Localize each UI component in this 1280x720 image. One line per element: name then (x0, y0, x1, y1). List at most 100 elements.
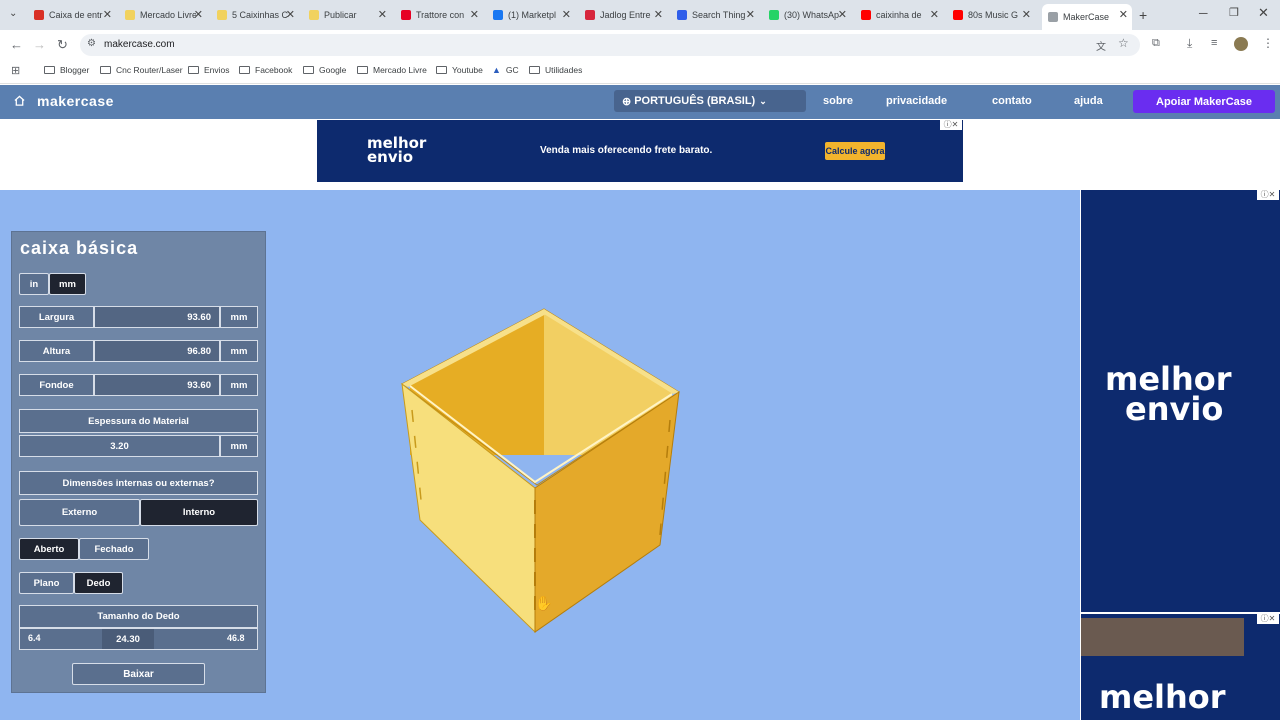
browser-tab[interactable]: 80s Music G ✕ (947, 4, 1035, 26)
bookmark-label: Google (319, 65, 347, 75)
download-icon[interactable]: ⤓ (1187, 36, 1192, 51)
bookmark-label: Facebook (255, 65, 293, 75)
browser-tab[interactable]: Search Thing ✕ (671, 4, 759, 26)
browser-tab[interactable]: Publicar ✕ (303, 4, 391, 26)
apps-grid-icon[interactable]: ⊞ (11, 64, 20, 77)
tab-close-icon[interactable]: ✕ (103, 8, 112, 21)
tab-close-icon[interactable]: ✕ (1119, 8, 1128, 21)
box-3d-model[interactable]: ✋ (380, 300, 700, 640)
bookmark-label: Envios (204, 65, 230, 75)
bookmark-item[interactable]: Blogger (44, 65, 89, 75)
browser-tab[interactable]: 5 Caixinhas C ✕ (211, 4, 299, 26)
height-input[interactable]: 96.80 (94, 340, 220, 362)
thickness-input[interactable]: 3.20 (19, 435, 220, 457)
menu-dots-icon[interactable]: ⋮ (1262, 36, 1274, 50)
menu-ajuda[interactable]: ajuda (1074, 95, 1103, 107)
browser-tab[interactable]: (30) WhatsAp ✕ (763, 4, 851, 26)
translate-icon[interactable]: 文 (1096, 38, 1106, 53)
tab-favicon-icon (125, 10, 135, 20)
menu-sobre[interactable]: sobre (823, 95, 853, 107)
profile-avatar[interactable] (1234, 37, 1248, 51)
url-text[interactable]: makercase.com (104, 39, 175, 50)
close-window-icon[interactable]: ✕ (1258, 5, 1269, 21)
tab-close-icon[interactable]: ✕ (378, 8, 387, 21)
bookmark-star-icon[interactable]: ☆ (1118, 36, 1129, 50)
browser-tab[interactable]: Jadlog Entre ✕ (579, 4, 667, 26)
browser-tab[interactable]: Trattore con ✕ (395, 4, 483, 26)
right-ad-banner[interactable]: melhor envio ⓘ✕ (1081, 190, 1280, 612)
bookmark-label: GC (505, 65, 519, 75)
bookmark-item[interactable]: Cnc Router/Laser (100, 65, 183, 75)
edge-flat-button[interactable]: Plano (19, 572, 74, 594)
tab-label: caixinha de (876, 10, 922, 20)
unit-mm-button[interactable]: mm (49, 273, 86, 295)
open-button[interactable]: Aberto (19, 538, 79, 560)
ad-logo: melhor envio (367, 135, 426, 165)
language-select[interactable]: ⊕ PORTUGUÊS (BRASIL) ⌄ (614, 90, 806, 112)
dims-label: Dimensões internas ou externas? (19, 471, 258, 495)
restore-icon[interactable]: ❐ (1229, 6, 1239, 19)
back-icon[interactable]: ← (10, 37, 23, 52)
tab-label: Search Thing (692, 10, 746, 20)
tab-close-icon[interactable]: ✕ (838, 8, 847, 21)
browser-tab[interactable]: (1) Marketpl ✕ (487, 4, 575, 26)
finger-size-thumb[interactable]: 24.30 (102, 629, 154, 649)
dims-external-button[interactable]: Externo (19, 499, 140, 526)
forward-icon[interactable]: → (33, 37, 46, 52)
browser-tab[interactable]: Caixa de entr ✕ (28, 4, 116, 26)
edge-finger-button[interactable]: Dedo (74, 572, 123, 594)
top-ad-banner[interactable]: melhor envio Venda mais oferecendo frete… (317, 120, 963, 182)
menu-privacidade[interactable]: privacidade (886, 95, 947, 107)
language-label: PORTUGUÊS (BRASIL) (634, 95, 756, 107)
right-ad-banner-2[interactable]: melhor ⓘ✕ (1081, 614, 1280, 720)
width-input[interactable]: 93.60 (94, 306, 220, 328)
menu-contato[interactable]: contato (992, 95, 1032, 107)
dims-internal-button[interactable]: Interno (140, 499, 258, 526)
folder-icon (100, 66, 111, 74)
tab-favicon-icon (861, 10, 871, 20)
reload-icon[interactable]: ↻ (57, 37, 68, 53)
bookmark-item[interactable]: Utilidades (529, 65, 582, 75)
browser-tab[interactable]: caixinha de ✕ (855, 4, 943, 26)
browser-tab[interactable]: Mercado Livre ✕ (119, 4, 207, 26)
folder-icon (529, 66, 540, 74)
bookmark-item[interactable]: Youtube (436, 65, 483, 75)
tab-label: 80s Music G (968, 10, 1019, 20)
media-icon[interactable]: ≡ (1211, 37, 1217, 49)
ad-close-icon[interactable]: ⓘ✕ (940, 120, 962, 130)
right-ad2-close-icon[interactable]: ⓘ✕ (1257, 614, 1279, 624)
bookmark-item[interactable]: ▲ GC (492, 65, 519, 75)
ad-cta-button[interactable]: Calcule agora (825, 142, 885, 160)
home-icon[interactable] (14, 95, 25, 106)
folder-icon (44, 66, 55, 74)
tab-close-icon[interactable]: ✕ (562, 8, 571, 21)
browser-tab[interactable]: MakerCase ✕ (1042, 4, 1132, 30)
depth-input[interactable]: 93.60 (94, 374, 220, 396)
bookmark-item[interactable]: Mercado Livre (357, 65, 427, 75)
tab-label: MakerCase (1063, 12, 1110, 22)
download-button[interactable]: Baixar (72, 663, 205, 685)
tab-close-icon[interactable]: ✕ (1022, 8, 1031, 21)
bookmark-item[interactable]: Facebook (239, 65, 292, 75)
site-info-icon[interactable]: ⚙ (87, 38, 96, 49)
site-brand[interactable]: makercase (37, 93, 114, 109)
tab-close-icon[interactable]: ✕ (286, 8, 295, 21)
bookmark-item[interactable]: Google (303, 65, 346, 75)
support-button[interactable]: Apoiar MakerCase (1133, 90, 1275, 113)
tab-close-icon[interactable]: ✕ (746, 8, 755, 21)
extensions-icon[interactable]: ⧉ (1152, 37, 1160, 50)
new-tab-icon[interactable]: + (1139, 7, 1147, 23)
bookmark-item[interactable]: Envios (188, 65, 230, 75)
tab-close-icon[interactable]: ✕ (194, 8, 203, 21)
omnibox[interactable] (80, 34, 1140, 56)
tab-close-icon[interactable]: ✕ (470, 8, 479, 21)
minimize-icon[interactable]: ─ (1199, 6, 1208, 20)
tab-close-icon[interactable]: ✕ (654, 8, 663, 21)
hand-cursor-icon: ✋ (535, 595, 552, 612)
closed-button[interactable]: Fechado (79, 538, 149, 560)
tab-search-icon[interactable]: ⌄ (9, 8, 17, 19)
unit-in-button[interactable]: in (19, 273, 49, 295)
right-ad-close-icon[interactable]: ⓘ✕ (1257, 190, 1279, 200)
tab-close-icon[interactable]: ✕ (930, 8, 939, 21)
finger-size-label: Tamanho do Dedo (19, 605, 258, 628)
